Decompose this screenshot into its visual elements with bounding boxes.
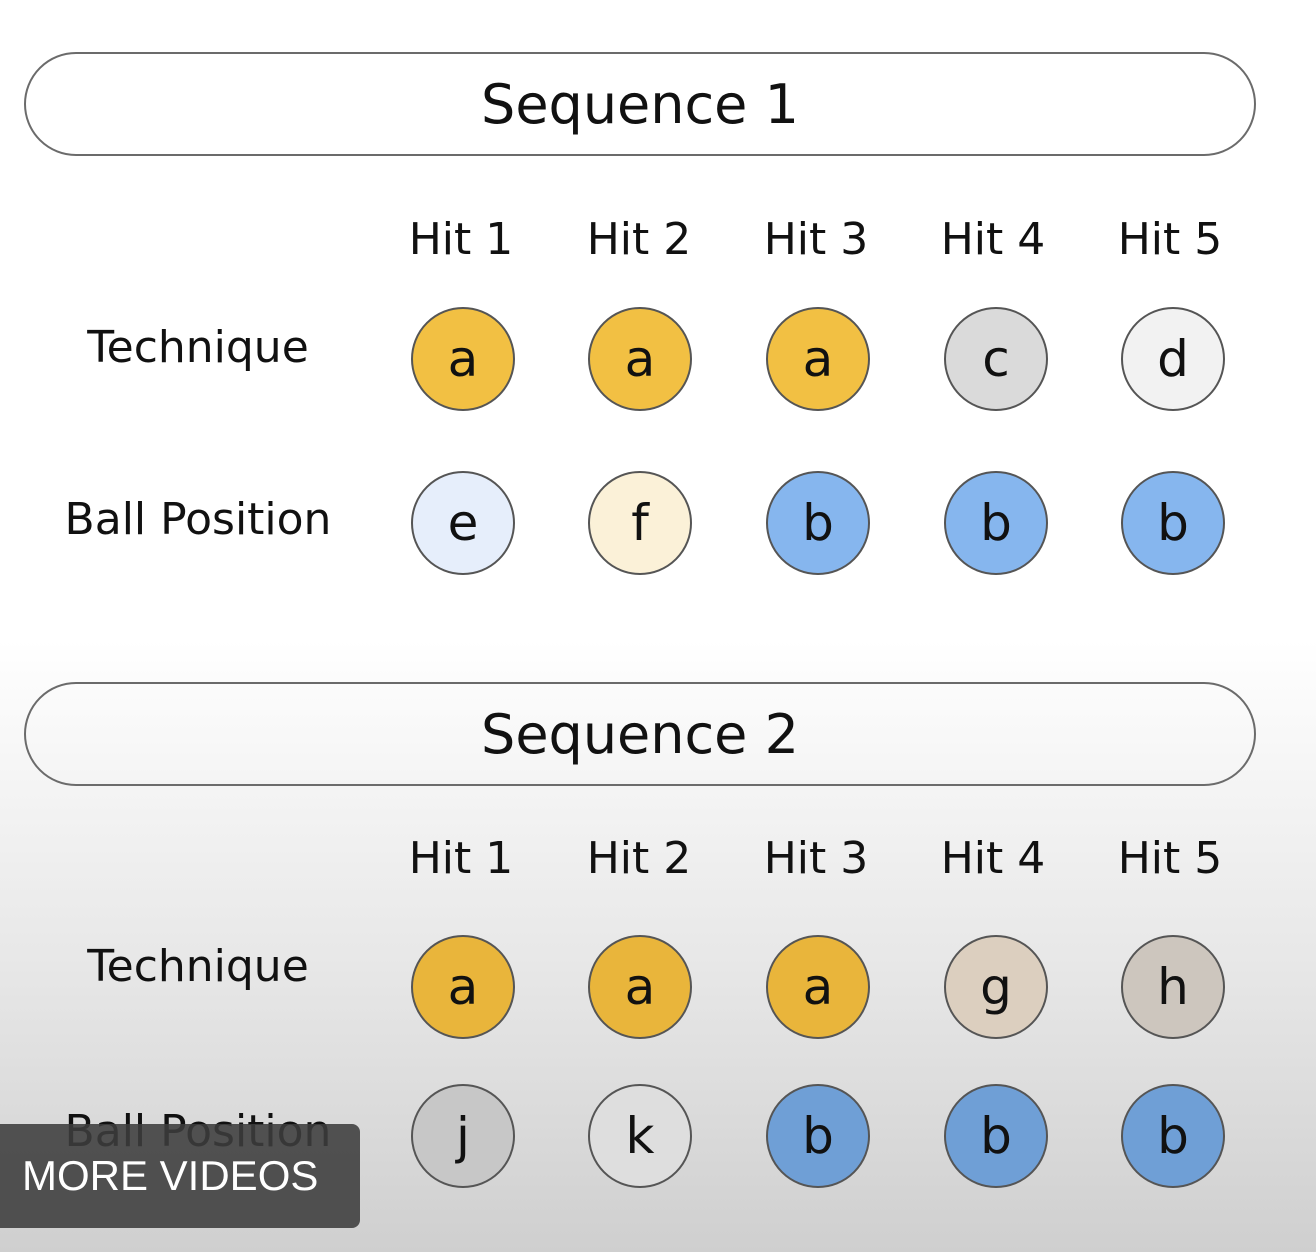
seq1-technique-hit-4: c [944,307,1048,411]
seq2-ball-hit-2: k [588,1084,692,1188]
seq1-hit-4-label: Hit 4 [940,214,1046,265]
seq1-technique-hit-5: d [1121,307,1225,411]
seq1-technique-label: Technique [87,322,309,373]
seq2-technique-hit-3: a [766,935,870,1039]
seq2-hit-2-label: Hit 2 [586,833,692,884]
seq1-ball-hit-1: e [411,471,515,575]
sequence-2-header: Sequence 2 [24,682,1256,786]
seq1-ball-hit-5: b [1121,471,1225,575]
seq2-technique-hit-1: a [411,935,515,1039]
seq2-technique-hit-5: h [1121,935,1225,1039]
seq2-ball-hit-3: b [766,1084,870,1188]
seq2-ball-hit-4: b [944,1084,1048,1188]
seq2-hit-5-label: Hit 5 [1117,833,1223,884]
seq2-hit-3-label: Hit 3 [763,833,869,884]
seq2-hit-4-label: Hit 4 [940,833,1046,884]
seq2-hit-1-label: Hit 1 [408,833,514,884]
seq1-ball-position-label: Ball Position [64,494,332,545]
seq1-technique-hit-1: a [411,307,515,411]
seq1-ball-hit-2: f [588,471,692,575]
seq1-hit-2-label: Hit 2 [586,214,692,265]
seq1-hit-3-label: Hit 3 [763,214,869,265]
sequence-1-header: Sequence 1 [24,52,1256,156]
seq2-ball-hit-5: b [1121,1084,1225,1188]
seq1-hit-5-label: Hit 5 [1117,214,1223,265]
seq2-technique-hit-4: g [944,935,1048,1039]
sequence-1-title: Sequence 1 [481,72,799,136]
seq1-hit-1-label: Hit 1 [408,214,514,265]
seq2-ball-hit-1: j [411,1084,515,1188]
seq1-ball-hit-3: b [766,471,870,575]
seq2-technique-label: Technique [87,941,309,992]
sequence-2-title: Sequence 2 [481,702,799,766]
more-videos-button[interactable]: MORE VIDEOS [0,1124,360,1228]
seq1-ball-hit-4: b [944,471,1048,575]
more-videos-label: MORE VIDEOS [22,1152,319,1199]
seq1-technique-hit-2: a [588,307,692,411]
seq1-technique-hit-3: a [766,307,870,411]
seq2-technique-hit-2: a [588,935,692,1039]
